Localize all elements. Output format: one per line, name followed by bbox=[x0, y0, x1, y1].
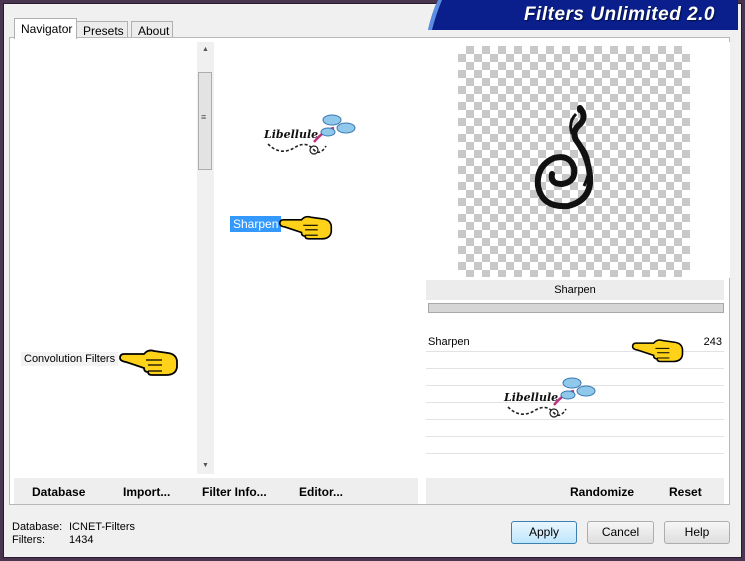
scrollbar-thumb[interactable]: ≡ bbox=[198, 72, 212, 170]
import-button[interactable]: Import... bbox=[123, 485, 170, 499]
libellule-watermark: Libellule bbox=[502, 373, 598, 423]
category-list[interactable]: Convolution Filters bbox=[12, 42, 196, 474]
parameter-value[interactable]: 243 bbox=[704, 336, 722, 348]
reset-button[interactable]: Reset bbox=[669, 485, 702, 499]
filter-info-button[interactable]: Filter Info... bbox=[202, 485, 267, 499]
parameter-row-empty[interactable] bbox=[426, 352, 724, 369]
parameter-name: Sharpen bbox=[428, 336, 470, 348]
window-title: Filters Unlimited 2.0 bbox=[523, 4, 715, 25]
cancel-button[interactable]: Cancel bbox=[587, 521, 654, 544]
parameter-row-empty[interactable] bbox=[426, 437, 724, 454]
right-button-bar: Randomize Reset bbox=[426, 478, 724, 504]
preview-progress-bar bbox=[428, 303, 724, 313]
database-button[interactable]: Database bbox=[32, 485, 85, 499]
randomize-button[interactable]: Randomize bbox=[570, 485, 634, 499]
filters-count-value: 1434 bbox=[69, 534, 94, 546]
pointing-hand-icon bbox=[119, 349, 178, 376]
left-button-bar: Database Import... Filter Info... Editor… bbox=[14, 478, 418, 504]
filters-count-label: Filters: bbox=[12, 534, 45, 546]
filter-item-selected[interactable]: Sharpen bbox=[230, 216, 282, 232]
pointing-hand-icon bbox=[278, 215, 333, 240]
libellule-watermark: Libellule bbox=[262, 110, 358, 160]
apply-button[interactable]: Apply bbox=[511, 521, 577, 544]
database-value: ICNET-Filters bbox=[69, 521, 135, 533]
svg-text:Libellule: Libellule bbox=[503, 391, 558, 404]
scroll-down-icon[interactable]: ▼ bbox=[197, 458, 214, 474]
parameter-list[interactable]: Sharpen 243 Libellule bbox=[426, 333, 724, 461]
scroll-up-icon[interactable]: ▲ bbox=[197, 42, 214, 58]
category-item-selected[interactable]: Convolution Filters bbox=[21, 352, 119, 366]
editor-button[interactable]: Editor... bbox=[299, 485, 343, 499]
svg-text:Libellule: Libellule bbox=[263, 128, 318, 141]
database-label: Database: bbox=[12, 521, 63, 533]
preview-image[interactable] bbox=[458, 46, 690, 277]
tab-navigator[interactable]: Navigator bbox=[14, 18, 77, 39]
swirl-ornament-icon bbox=[534, 105, 594, 210]
filter-name-bar: Sharpen bbox=[426, 280, 724, 300]
filter-list[interactable]: Libellule Sharpen bbox=[218, 42, 418, 474]
grip-icon: ≡ bbox=[201, 112, 207, 122]
help-button[interactable]: Help bbox=[664, 521, 730, 544]
category-scrollbar[interactable]: ▲ ≡ ▼ bbox=[197, 42, 214, 474]
